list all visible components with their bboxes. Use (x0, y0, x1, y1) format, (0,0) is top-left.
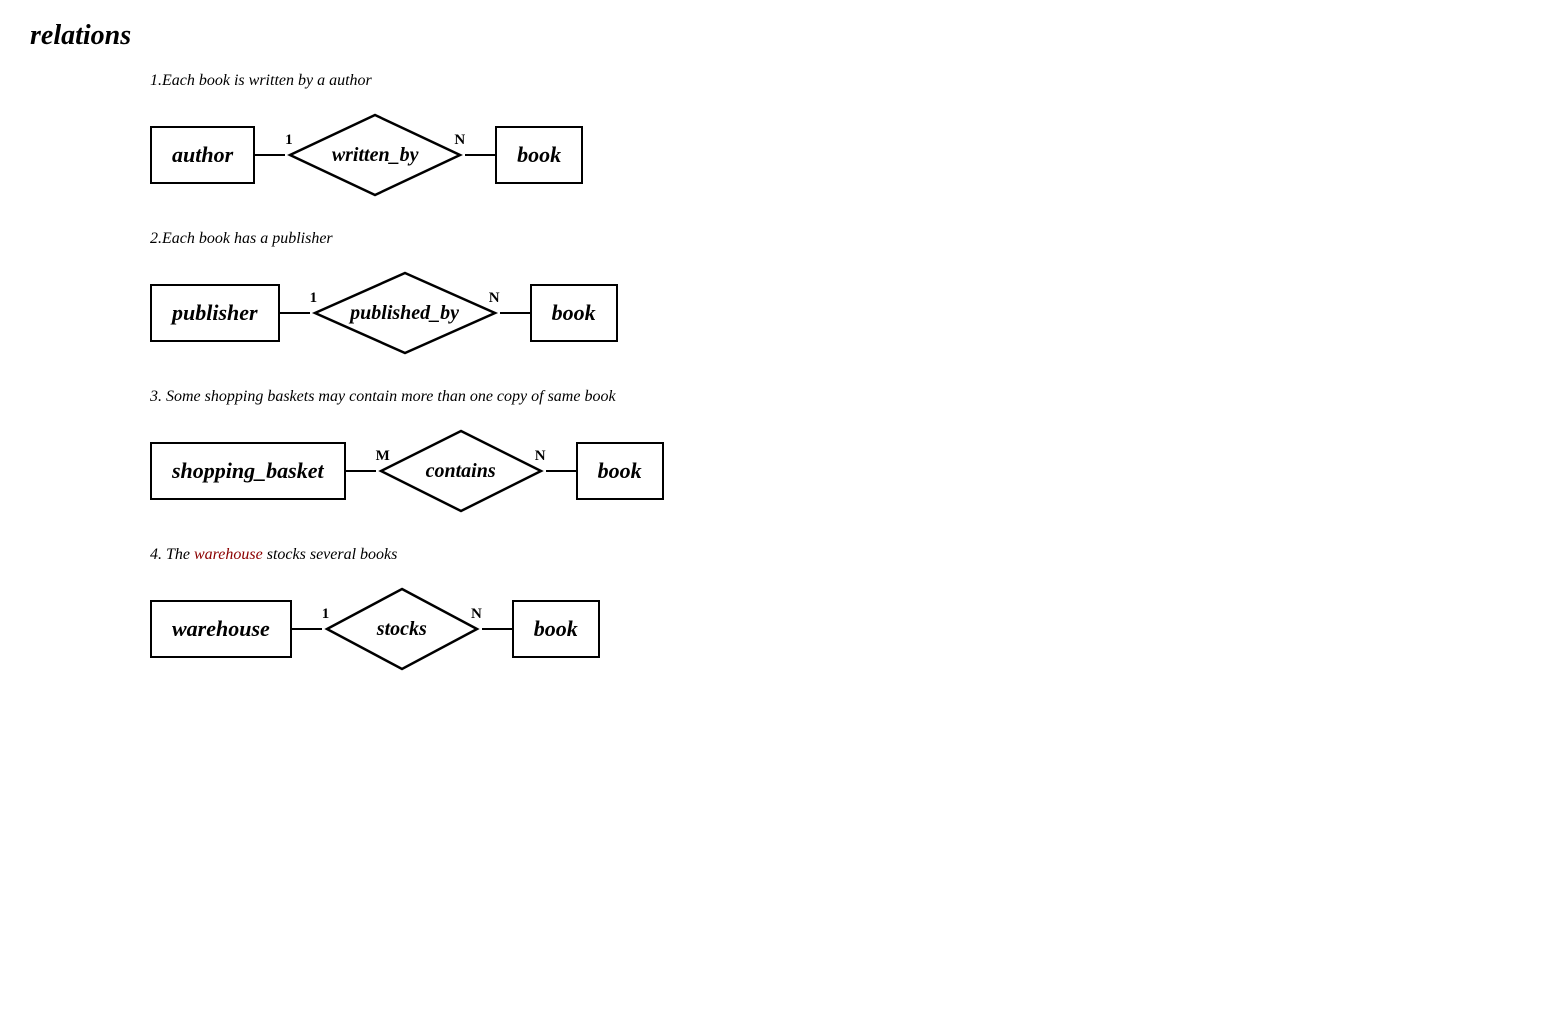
cardinality-right-2: N (489, 290, 500, 307)
line-right-1 (465, 154, 495, 156)
entity-warehouse: warehouse (150, 600, 292, 658)
entity-book-4: book (512, 600, 600, 658)
line-left-2 (280, 312, 310, 314)
relation-group-2: 2.Each book has a publisher publisher 1 … (30, 230, 1520, 358)
line-left-3 (346, 470, 376, 472)
er-diagram-1: author 1 written_by N book (150, 110, 1520, 200)
cardinality-right-4: N (471, 606, 482, 623)
diamond-written-by: written_by (285, 110, 465, 200)
line-left-4 (292, 628, 322, 630)
relation-desc-4-prefix: 4. The (150, 546, 194, 563)
line-left-1 (255, 154, 285, 156)
entity-publisher: publisher (150, 284, 280, 342)
relation-group-1: 1.Each book is written by a author autho… (30, 72, 1520, 200)
relation-desc-1: 1.Each book is written by a author (150, 72, 1520, 90)
line-right-3 (546, 470, 576, 472)
cardinality-right-3: N (535, 448, 546, 465)
er-diagram-2: publisher 1 published_by N book (150, 268, 1520, 358)
entity-author: author (150, 126, 255, 184)
entity-book-1: book (495, 126, 583, 184)
er-diagram-4: warehouse 1 stocks N book (150, 584, 1520, 674)
relation-desc-4-suffix: stocks several books (263, 546, 398, 563)
cardinality-right-1: N (454, 132, 465, 149)
diamond-published-by: published_by (310, 268, 500, 358)
diamond-contains: contains (376, 426, 546, 516)
relation-group-4: 4. The warehouse stocks several books wa… (30, 546, 1520, 674)
entity-book-3: book (576, 442, 664, 500)
relation-group-3: 3. Some shopping baskets may contain mor… (30, 388, 1520, 516)
diamond-stocks: stocks (322, 584, 482, 674)
line-right-2 (500, 312, 530, 314)
entity-shopping-basket: shopping_basket (150, 442, 346, 500)
relation-desc-2: 2.Each book has a publisher (150, 230, 1520, 248)
entity-book-2: book (530, 284, 618, 342)
line-right-4 (482, 628, 512, 630)
relation-desc-3: 3. Some shopping baskets may contain mor… (150, 388, 1520, 406)
er-diagram-3: shopping_basket M contains N book (150, 426, 1520, 516)
relation-desc-4: 4. The warehouse stocks several books (150, 546, 1520, 564)
page-title: relations (30, 20, 1520, 52)
relation-desc-4-highlight: warehouse (194, 546, 263, 563)
